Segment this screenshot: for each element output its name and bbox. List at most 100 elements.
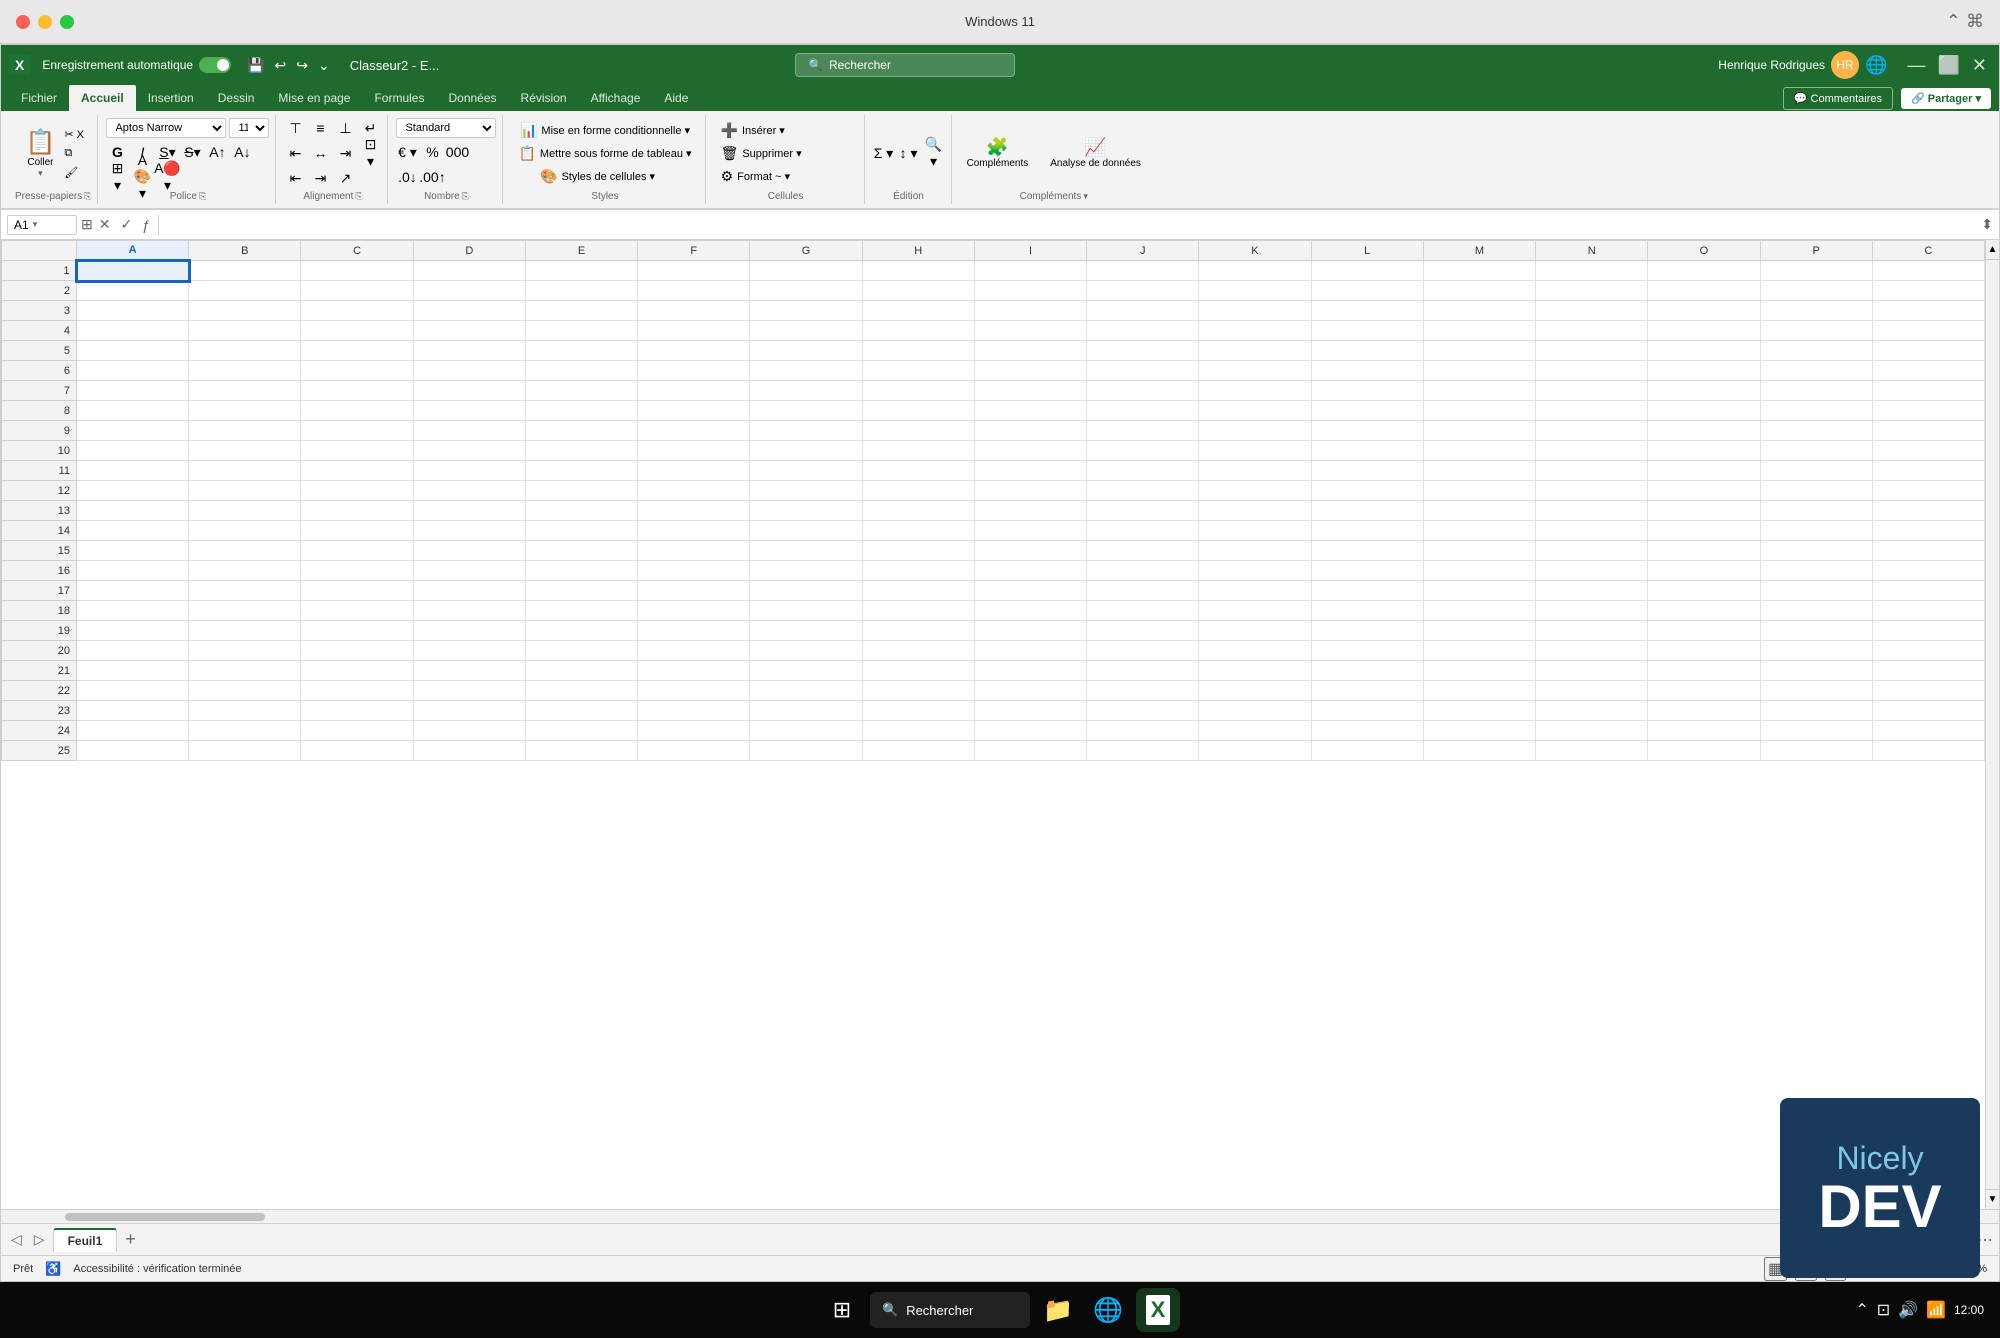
font-name-select[interactable]: Aptos Narrow	[106, 118, 226, 138]
delete-button[interactable]: 🗑 Supprimer ▾	[716, 143, 856, 164]
format-painter-button[interactable]: 🖌	[61, 164, 87, 181]
cell-J5[interactable]	[1087, 341, 1199, 361]
cell-P21[interactable]	[1760, 661, 1872, 681]
cell-A4[interactable]	[77, 321, 189, 341]
cell-N20[interactable]	[1536, 641, 1648, 661]
cell-E4[interactable]	[525, 321, 637, 341]
cell-D3[interactable]	[413, 301, 525, 321]
col-header-L[interactable]: L	[1311, 241, 1423, 261]
cell-H13[interactable]	[862, 501, 974, 521]
cell-H25[interactable]	[862, 741, 974, 761]
cell-H4[interactable]	[862, 321, 974, 341]
number-format-select[interactable]: Standard	[396, 118, 496, 138]
more-commands-button[interactable]: ⌄	[314, 55, 334, 76]
cell-L3[interactable]	[1311, 301, 1423, 321]
cell-A18[interactable]	[77, 601, 189, 621]
cell-J23[interactable]	[1087, 701, 1199, 721]
cell-G23[interactable]	[750, 701, 862, 721]
cell-O5[interactable]	[1648, 341, 1760, 361]
scroll-down-button[interactable]: ▼	[1986, 1189, 1999, 1209]
strikethrough-button[interactable]: S ▾	[181, 141, 203, 163]
cell-B21[interactable]	[189, 661, 301, 681]
cell-C217[interactable]	[1872, 581, 1984, 601]
volume-icon[interactable]: 🔊	[1898, 1300, 1918, 1320]
cell-C222[interactable]	[1872, 681, 1984, 701]
cell-K23[interactable]	[1199, 701, 1311, 721]
cell-O21[interactable]	[1648, 661, 1760, 681]
cell-B12[interactable]	[189, 481, 301, 501]
cell-E19[interactable]	[525, 621, 637, 641]
cell-C210[interactable]	[1872, 441, 1984, 461]
cell-O23[interactable]	[1648, 701, 1760, 721]
font-size-select[interactable]: 11	[229, 118, 269, 138]
sheet-nav-right[interactable]: ▷	[30, 1231, 49, 1248]
cell-I13[interactable]	[974, 501, 1086, 521]
cell-H15[interactable]	[862, 541, 974, 561]
cell-K19[interactable]	[1199, 621, 1311, 641]
cell-J25[interactable]	[1087, 741, 1199, 761]
cell-P23[interactable]	[1760, 701, 1872, 721]
cell-L24[interactable]	[1311, 721, 1423, 741]
expand-formula-icon[interactable]: ⊞	[81, 216, 93, 233]
cell-J24[interactable]	[1087, 721, 1199, 741]
cell-reference[interactable]: A1 ▾	[7, 215, 77, 235]
start-button[interactable]: ⊞	[820, 1288, 864, 1332]
cell-B25[interactable]	[189, 741, 301, 761]
cell-D12[interactable]	[413, 481, 525, 501]
cell-J11[interactable]	[1087, 461, 1199, 481]
cell-K1[interactable]	[1199, 261, 1311, 281]
row-header-13[interactable]: 13	[2, 501, 77, 521]
cell-P18[interactable]	[1760, 601, 1872, 621]
cell-C15[interactable]	[301, 541, 413, 561]
cell-K22[interactable]	[1199, 681, 1311, 701]
cell-J17[interactable]	[1087, 581, 1199, 601]
cell-A19[interactable]	[77, 621, 189, 641]
row-header-11[interactable]: 11	[2, 461, 77, 481]
cell-M4[interactable]	[1423, 321, 1535, 341]
cell-K13[interactable]	[1199, 501, 1311, 521]
cell-G9[interactable]	[750, 421, 862, 441]
cell-I22[interactable]	[974, 681, 1086, 701]
cell-E24[interactable]	[525, 721, 637, 741]
sheet-nav-left[interactable]: ◁	[7, 1231, 26, 1248]
cell-P5[interactable]	[1760, 341, 1872, 361]
cell-B23[interactable]	[189, 701, 301, 721]
cell-N2[interactable]	[1536, 281, 1648, 301]
cell-K8[interactable]	[1199, 401, 1311, 421]
increase-decimal-button[interactable]: .00↑	[421, 166, 443, 188]
cell-G14[interactable]	[750, 521, 862, 541]
row-header-8[interactable]: 8	[2, 401, 77, 421]
cell-M9[interactable]	[1423, 421, 1535, 441]
cell-G11[interactable]	[750, 461, 862, 481]
align-top-button[interactable]: ⊤	[284, 117, 306, 139]
cell-C8[interactable]	[301, 401, 413, 421]
nombre-expand[interactable]: ⎘	[462, 191, 469, 202]
cell-M2[interactable]	[1423, 281, 1535, 301]
cell-O2[interactable]	[1648, 281, 1760, 301]
cell-E21[interactable]	[525, 661, 637, 681]
cell-G3[interactable]	[750, 301, 862, 321]
cell-A3[interactable]	[77, 301, 189, 321]
decrease-indent-button[interactable]: ⇤	[284, 167, 306, 189]
cell-L11[interactable]	[1311, 461, 1423, 481]
col-header-H[interactable]: H	[862, 241, 974, 261]
row-header-14[interactable]: 14	[2, 521, 77, 541]
addins-button[interactable]: 🧩 Compléments	[960, 133, 1036, 174]
row-header-7[interactable]: 7	[2, 381, 77, 401]
col-header-B[interactable]: B	[189, 241, 301, 261]
cell-O25[interactable]	[1648, 741, 1760, 761]
cell-P3[interactable]	[1760, 301, 1872, 321]
cell-I19[interactable]	[974, 621, 1086, 641]
grid-scroll-area[interactable]: A B C D E F G H I J K L M	[1, 240, 1985, 1209]
col-header-C2[interactable]: C	[1872, 241, 1984, 261]
cell-O17[interactable]	[1648, 581, 1760, 601]
cell-J7[interactable]	[1087, 381, 1199, 401]
cell-P20[interactable]	[1760, 641, 1872, 661]
cell-I20[interactable]	[974, 641, 1086, 661]
mac-window-menu[interactable]: ⌃ ⌘	[1946, 11, 1984, 32]
cell-G5[interactable]	[750, 341, 862, 361]
cell-F13[interactable]	[638, 501, 750, 521]
avatar[interactable]: HR	[1831, 51, 1859, 79]
cell-N12[interactable]	[1536, 481, 1648, 501]
cell-P1[interactable]	[1760, 261, 1872, 281]
